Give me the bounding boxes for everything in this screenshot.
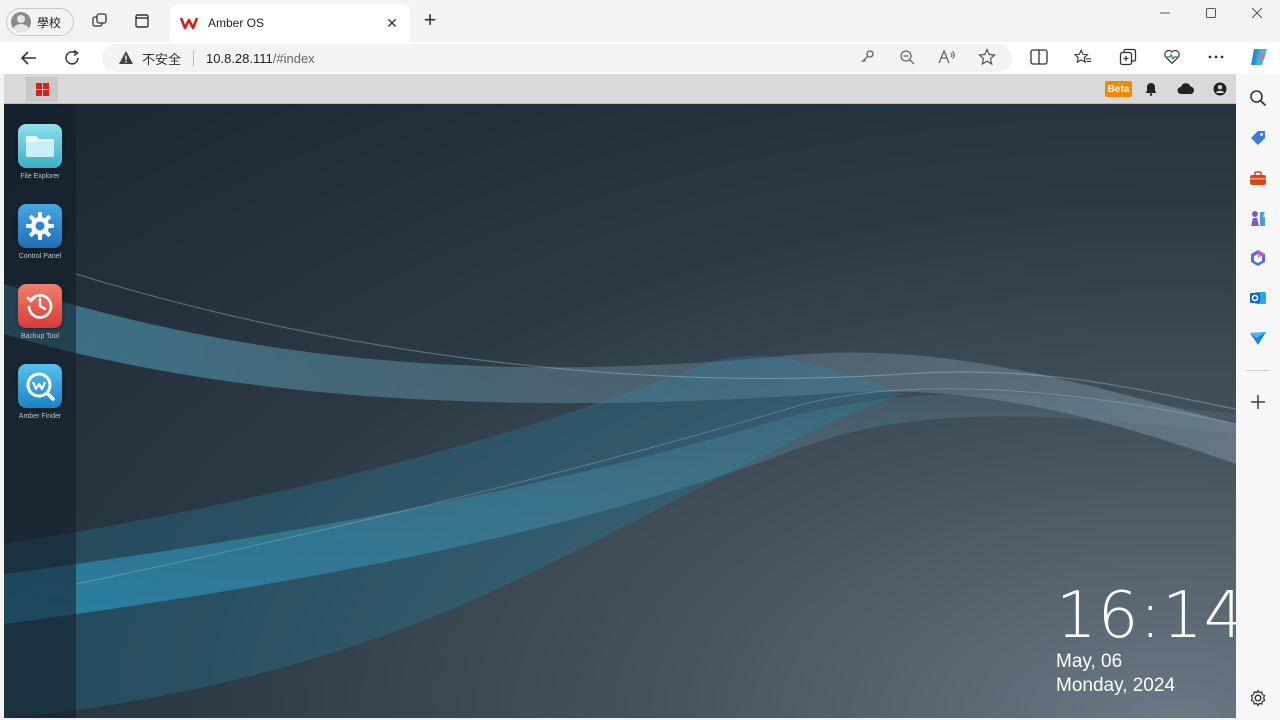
bell-icon[interactable] [1143, 81, 1159, 97]
clock-date-line1: May, 06 [1056, 651, 1123, 672]
url-text[interactable]: 10.8.28.111/#index [206, 51, 315, 66]
browser-tab-bar: 學校 Amber OS ✕ + [0, 0, 1280, 42]
zoom-out-icon[interactable] [898, 48, 916, 66]
favorites-icon[interactable] [1074, 48, 1092, 66]
app-amber-finder[interactable]: Amber Finder [4, 364, 76, 434]
workspaces-icon[interactable] [90, 11, 110, 31]
app-label: Amber Finder [18, 413, 62, 420]
sidebar-divider [1246, 370, 1270, 371]
tag-icon[interactable] [1248, 128, 1268, 148]
folder-icon [18, 124, 62, 168]
security-label: 不安全 [142, 51, 182, 67]
profile-name: 學校 [37, 15, 62, 30]
address-separator [193, 50, 195, 66]
person-icon [11, 12, 31, 32]
app-dock: File Explorer Control Panel Backup Tool … [4, 104, 76, 718]
collections-icon[interactable] [1119, 48, 1137, 66]
url-path: /#index [272, 50, 315, 66]
os-top-bar: Beta [4, 74, 1236, 104]
outlook-icon[interactable] [1248, 288, 1268, 308]
back-arrow-icon[interactable] [18, 47, 40, 69]
start-menu-button[interactable] [26, 77, 58, 102]
edge-sidebar [1236, 74, 1280, 720]
heartbeat-icon[interactable] [1163, 48, 1181, 66]
navigation-bar: 不安全 10.8.28.111/#index [0, 42, 1280, 74]
search-icon[interactable] [1248, 88, 1268, 108]
clock-time: 16:14 [1056, 579, 1236, 653]
minimize-icon[interactable] [1142, 4, 1188, 22]
amber-logo-icon [180, 17, 198, 30]
wallpaper-waves [4, 273, 1236, 718]
copilot-m365-icon[interactable] [1248, 248, 1268, 268]
browser-tab[interactable]: Amber OS ✕ [170, 4, 410, 42]
send-icon[interactable] [1248, 328, 1268, 348]
toolbox-icon[interactable] [1248, 168, 1268, 188]
start-grid-icon [35, 83, 49, 96]
app-label: Control Panel [18, 253, 62, 260]
profile-button[interactable]: 學校 [6, 8, 74, 36]
key-icon[interactable] [858, 48, 876, 66]
app-file-explorer[interactable]: File Explorer [4, 124, 76, 194]
warning-icon [119, 51, 133, 64]
beta-badge: Beta [1105, 81, 1132, 97]
user-icon[interactable] [1212, 81, 1228, 97]
url-host: 10.8.28.111 [206, 50, 273, 66]
tab-actions-icon[interactable] [132, 11, 152, 31]
app-label: File Explorer [20, 173, 60, 180]
app-label: Backup Tool [20, 333, 59, 340]
app-backup-tool[interactable]: Backup Tool [4, 284, 76, 354]
maximize-icon[interactable] [1188, 4, 1234, 22]
gear-icon [18, 204, 62, 248]
finder-icon [18, 364, 62, 408]
amber-os-page: Beta File Explorer Control Panel Backup … [4, 74, 1236, 718]
copilot-icon[interactable] [1248, 46, 1270, 68]
app-control-panel[interactable]: Control Panel [4, 204, 76, 274]
clock-date-line2: Monday, 2024 [1056, 675, 1176, 696]
desktop[interactable]: File Explorer Control Panel Backup Tool … [4, 104, 1236, 718]
chess-icon[interactable] [1248, 208, 1268, 228]
new-tab-button[interactable]: + [420, 9, 440, 31]
cloud-icon[interactable] [1177, 81, 1195, 97]
add-icon[interactable] [1248, 392, 1268, 412]
window-close-icon[interactable] [1234, 4, 1280, 22]
split-screen-icon[interactable] [1030, 48, 1048, 66]
read-aloud-icon[interactable] [938, 48, 956, 66]
history-icon [18, 284, 62, 328]
refresh-icon[interactable] [61, 47, 83, 69]
desktop-clock: 16:14 May, 06 Monday, 2024 [1056, 584, 1236, 698]
more-icon[interactable] [1207, 48, 1225, 66]
tab-title: Amber OS [208, 16, 265, 30]
star-icon[interactable] [978, 48, 996, 66]
close-icon[interactable]: ✕ [384, 15, 400, 31]
settings-icon[interactable] [1248, 688, 1268, 708]
